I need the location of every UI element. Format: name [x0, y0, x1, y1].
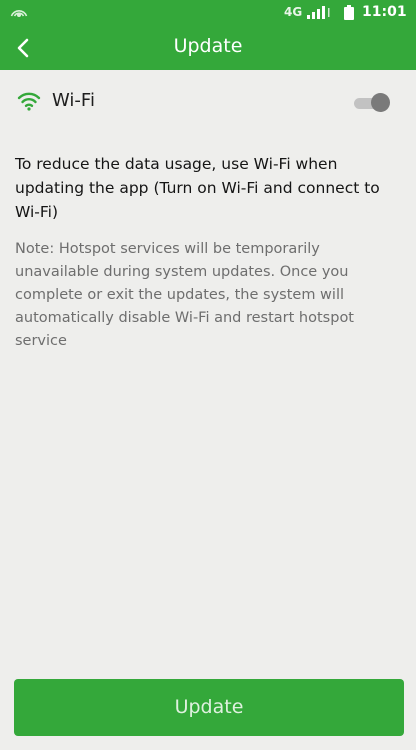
wifi-label: Wi-Fi — [52, 90, 95, 111]
hotspot-note-text: Note: Hotspot services will be temporari… — [15, 241, 354, 349]
update-button-label: Update — [174, 696, 244, 718]
wifi-toggle[interactable] — [352, 93, 390, 113]
battery-icon — [344, 5, 354, 20]
toggle-thumb — [371, 93, 390, 112]
wifi-icon — [17, 92, 41, 111]
wifi-setting-row[interactable]: Wi-Fi — [0, 80, 416, 124]
page-title: Update — [173, 35, 243, 57]
signal-icon — [307, 6, 330, 19]
wifi-recommendation-text: To reduce the data usage, use Wi-Fi when… — [15, 155, 380, 221]
update-button[interactable]: Update — [14, 679, 404, 736]
app-bar: Update — [0, 26, 416, 70]
status-bar: 4G 11:01 — [0, 0, 416, 26]
clock: 11:01 — [362, 4, 407, 20]
hotspot-icon — [10, 10, 28, 17]
network-type-label: 4G — [284, 5, 303, 19]
